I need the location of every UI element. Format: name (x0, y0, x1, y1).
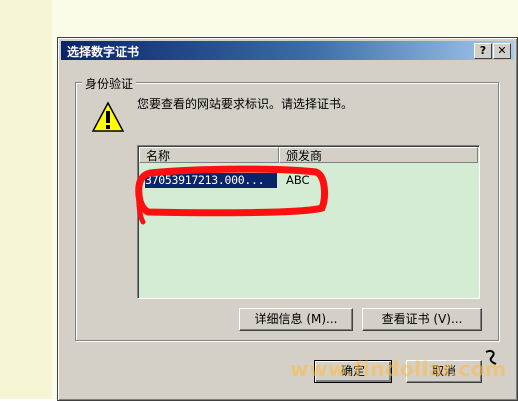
dialog-title: 选择数字证书 (67, 45, 140, 59)
details-button[interactable]: 详细信息 (M)... (239, 308, 353, 331)
prompt-text: 您要查看的网站要求标识。请选择证书。 (137, 97, 354, 111)
help-button[interactable]: ? (474, 43, 492, 59)
view-certificate-button[interactable]: 查看证书 (V)... (362, 308, 482, 331)
certificate-name: 37053917213.000... (145, 173, 277, 188)
certificate-issuer: ABC (286, 173, 310, 187)
watermark: www.findollar.com (290, 357, 507, 381)
column-header-issuer[interactable]: 颁发商 (279, 147, 478, 163)
select-certificate-dialog: 选择数字证书 ? ✕ 身份验证 您要查看的网站要求标识。请选择证书。 名称 颁发… (57, 37, 518, 401)
list-item[interactable]: 37053917213.000... ABC (139, 172, 478, 189)
column-header-name[interactable]: 名称 (139, 147, 279, 163)
certificate-list[interactable]: 名称 颁发商 37053917213.000... ABC (137, 145, 480, 299)
close-icon: ✕ (497, 44, 507, 57)
group-label: 身份验证 (82, 75, 137, 92)
list-item-obscured[interactable] (144, 164, 274, 170)
close-button[interactable]: ✕ (493, 43, 511, 59)
cursor-mark-icon (485, 349, 497, 365)
background-sidebar (0, 0, 52, 399)
title-bar[interactable]: 选择数字证书 ? ✕ (61, 41, 514, 60)
warning-icon (91, 101, 125, 132)
